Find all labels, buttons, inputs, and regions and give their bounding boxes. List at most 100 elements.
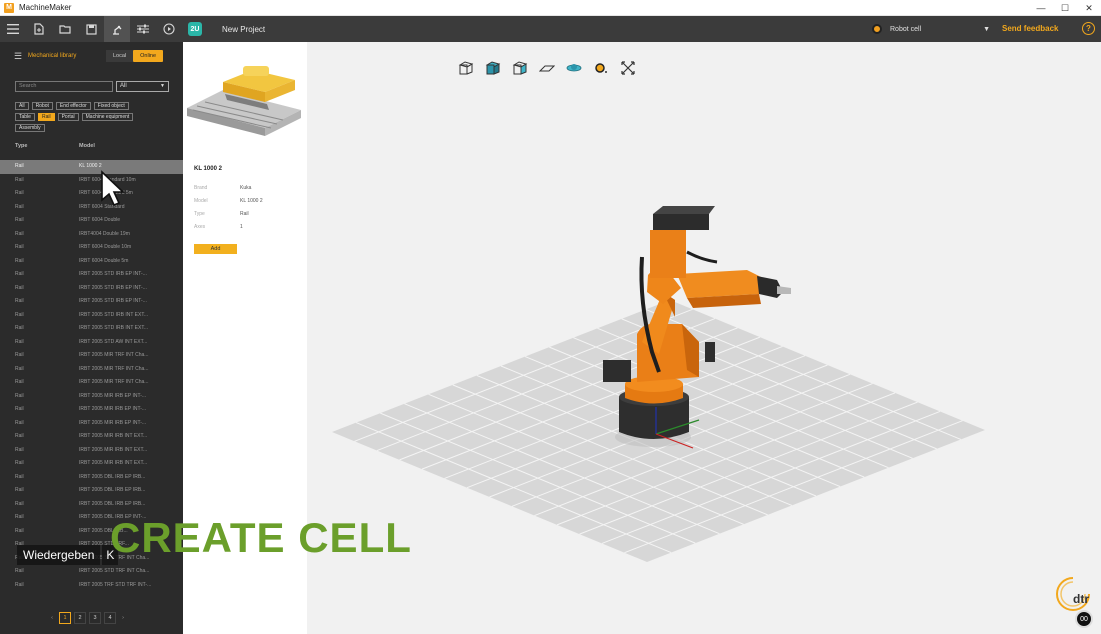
project-name[interactable]: New Project xyxy=(222,25,265,34)
table-row[interactable]: Rail IRBT 2005 TRF STD TRF INT-... xyxy=(0,579,183,593)
table-row[interactable]: Rail KL 1000 2 xyxy=(0,160,183,174)
table-row[interactable]: Rail IRBT 2005 MIR TRF INT Cha... xyxy=(0,376,183,390)
table-row[interactable]: Rail IRBT 2005 STD TRF INT Cha... xyxy=(0,565,183,579)
row-model: IRBT 2005 STD IRB INT EXT... xyxy=(79,325,149,331)
help-icon[interactable]: ? xyxy=(1082,22,1095,35)
row-type: Rail xyxy=(15,257,24,264)
toggle-local[interactable]: Local xyxy=(106,50,134,62)
page-button[interactable]: 3 xyxy=(89,612,101,624)
table-row[interactable]: Rail IRBT 2005 MIR IRB EP INT-... xyxy=(0,403,183,417)
table-row[interactable]: Rail IRBT 2005 MIR IRB EP INT-... xyxy=(0,390,183,404)
row-type: Rail xyxy=(15,392,24,399)
app-badge-icon[interactable]: 2U xyxy=(188,22,202,36)
table-row[interactable]: Rail IRBT 2005 MIR IRB INT EXT... xyxy=(0,444,183,458)
row-model: IRBT 6004 Double 5m xyxy=(79,257,129,264)
chevron-down-icon: ▼ xyxy=(983,25,990,33)
table-row[interactable]: Rail IRBT 2005 STD IRB EP INT-... xyxy=(0,268,183,282)
table-row[interactable]: Rail IRBT 6004 Double xyxy=(0,214,183,228)
robot-arm-icon[interactable] xyxy=(104,16,130,42)
row-type: Rail xyxy=(15,176,24,183)
row-type: Rail xyxy=(15,190,24,196)
table-row[interactable]: Rail IRBT 6004 Double 5m xyxy=(0,255,183,269)
table-row[interactable]: Rail IRBT 2005 STD IRB INT EXT... xyxy=(0,322,183,336)
play-icon[interactable] xyxy=(156,16,182,42)
filter-chip-rail[interactable]: Rail xyxy=(37,113,55,121)
table-row[interactable]: Rail IRBT 2005 MIR IRB INT EXT... xyxy=(0,430,183,444)
table-row[interactable]: RailIRBT 6004 Standard 5m xyxy=(0,187,183,201)
table-row[interactable]: Rail IRBT 2005 DBL IRB EP IRB... xyxy=(0,498,183,512)
fit-view-icon[interactable] xyxy=(619,60,637,76)
row-model: IRBT 2005 MIR IRB EP INT-... xyxy=(79,406,147,412)
category-select[interactable]: All ▼ xyxy=(116,81,169,92)
row-model: IRBT 2005 STD IRB EP INT-... xyxy=(79,298,147,304)
row-model: KL 1000 2 xyxy=(79,163,102,169)
row-type: Rail xyxy=(15,473,24,480)
robot-focus-icon[interactable] xyxy=(592,60,610,76)
list-icon[interactable]: ☰ xyxy=(14,51,22,62)
save-icon[interactable] xyxy=(78,16,104,42)
page-button[interactable]: 1 xyxy=(59,612,71,624)
send-feedback-button[interactable]: Send feedback xyxy=(1002,24,1058,33)
open-folder-icon[interactable] xyxy=(52,16,78,42)
close-button[interactable]: ✕ xyxy=(1077,0,1101,16)
cell-select[interactable]: Robot cell ▼ xyxy=(872,21,990,37)
column-header-model[interactable]: Model xyxy=(79,143,95,149)
table-row[interactable]: Rail IRBT 2005 STD IRB EP INT-... xyxy=(0,282,183,296)
table-row[interactable]: Rail IRBT 2005 STD IRB INT EXT... xyxy=(0,309,183,323)
3d-viewport[interactable]: dtr 00 xyxy=(307,42,1101,634)
filter-chip-assembly[interactable]: Assembly xyxy=(15,124,45,132)
filter-chip-portal[interactable]: Portal xyxy=(57,113,79,121)
filter-chip-end-effector[interactable]: End effector xyxy=(55,102,91,110)
page-button[interactable]: 2 xyxy=(74,612,86,624)
scene-canvas[interactable] xyxy=(307,42,1101,634)
table-row[interactable]: Rail IRBT4004 Double 19m xyxy=(0,228,183,242)
page-button[interactable]: 4 xyxy=(104,612,116,624)
row-model: IRBT 2005 TRF STD TRF INT-... xyxy=(79,581,152,588)
menu-icon[interactable] xyxy=(0,16,26,42)
row-type: Rail xyxy=(15,311,24,318)
chevron-down-icon: ▼ xyxy=(160,83,165,89)
column-header-type[interactable]: Type xyxy=(15,143,27,149)
view-side-icon[interactable] xyxy=(511,60,529,76)
prev-page-button[interactable]: ‹ xyxy=(48,615,56,621)
table-row[interactable]: Rail IRBT 6004 Standard xyxy=(0,201,183,215)
row-model: IRBT 2005 MIR TRF INT Cha... xyxy=(79,352,149,358)
add-button[interactable]: Add xyxy=(194,244,237,254)
row-type: Rail xyxy=(15,298,24,304)
toggle-online[interactable]: Online xyxy=(133,50,164,62)
view-top-icon[interactable] xyxy=(484,60,502,76)
filter-chip-machine-equipment[interactable]: Machine equipment xyxy=(81,113,134,121)
row-model: IRBT 6004 Double 10m xyxy=(79,244,132,250)
row-type: Rail xyxy=(15,568,24,574)
plane-icon[interactable] xyxy=(538,60,556,76)
table-row[interactable]: Rail IRBT 2005 DBL IRB EP IRB... xyxy=(0,484,183,498)
filter-chip-all[interactable]: All xyxy=(15,102,29,110)
filter-chip-robot[interactable]: Robot xyxy=(31,102,53,110)
table-row[interactable]: Rail IRBT 2005 MIR TRF INT Cha... xyxy=(0,363,183,377)
filter-chip-table[interactable]: Table xyxy=(15,113,35,121)
view-front-icon[interactable] xyxy=(457,60,475,76)
table-row[interactable]: Rail IRBT 2005 STD AW INT EXT... xyxy=(0,336,183,350)
row-model: IRBT 2005 MIR IRB INT EXT... xyxy=(79,433,148,439)
search-input[interactable]: Search xyxy=(15,81,113,92)
table-row[interactable]: Rail IRBT 2005 DBL IRB EP IRB... xyxy=(0,471,183,485)
row-model: IRBT 2005 MIR IRB EP INT-... xyxy=(79,419,147,426)
row-model: IRBT 2005 STD IRB EP INT-... xyxy=(79,284,147,291)
minimize-button[interactable]: — xyxy=(1029,0,1053,16)
table-row[interactable]: Rail IRBT 2005 MIR TRF INT Cha... xyxy=(0,349,183,363)
settings-sliders-icon[interactable] xyxy=(130,16,156,42)
table-row[interactable]: Rail IRBT 2005 MIR IRB INT EXT... xyxy=(0,457,183,471)
table-row[interactable]: Rail IRBT 6004 Double 10m xyxy=(0,241,183,255)
row-type: Rail xyxy=(15,230,24,237)
next-page-button[interactable]: › xyxy=(119,615,127,621)
table-row[interactable]: Rail IRBT 2005 STD IRB EP INT-... xyxy=(0,295,183,309)
orbit-icon[interactable] xyxy=(565,60,583,76)
detail-key: Brand xyxy=(194,185,208,191)
filter-chip-fixed-object[interactable]: Fixed object xyxy=(93,102,129,110)
video-play-tooltip: Wiedergeben K xyxy=(17,544,119,566)
new-file-icon[interactable] xyxy=(26,16,52,42)
table-row[interactable]: Rail IRBT 6004 Standard 10m xyxy=(0,174,183,188)
maximize-button[interactable]: ☐ xyxy=(1053,0,1077,16)
table-row[interactable]: Rail IRBT 2005 MIR IRB EP INT-... xyxy=(0,417,183,431)
row-type: Rail xyxy=(15,487,24,493)
